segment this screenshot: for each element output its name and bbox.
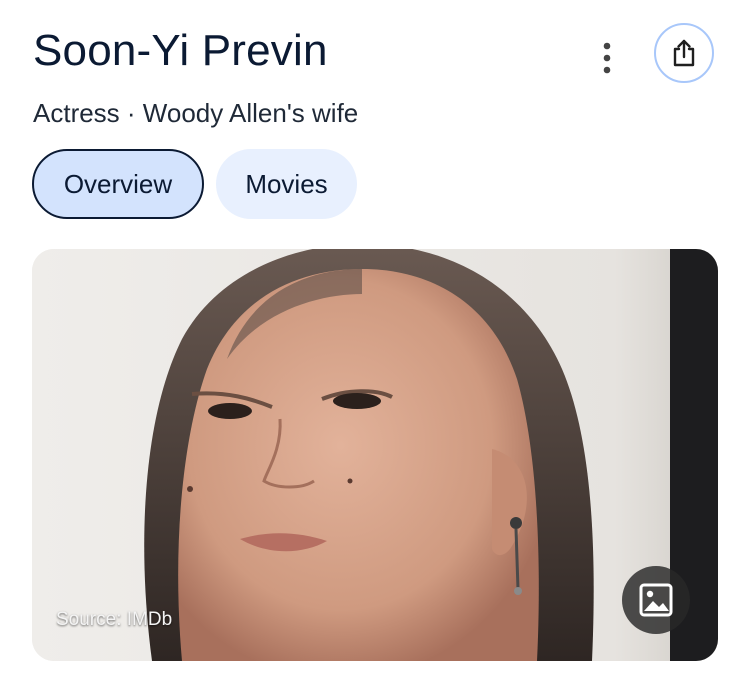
tab-bar: Overview Movies (32, 149, 357, 219)
tab-overview[interactable]: Overview (32, 149, 204, 219)
tab-movies[interactable]: Movies (216, 149, 357, 219)
image-icon (639, 583, 673, 617)
share-icon (673, 39, 695, 67)
tab-movies-label: Movies (245, 168, 328, 199)
view-images-button[interactable] (622, 566, 690, 634)
entity-subtitle: Actress · Woody Allen's wife (33, 98, 359, 128)
more-options-button[interactable] (592, 38, 622, 78)
profile-photo[interactable]: Source: IMDb (32, 249, 718, 661)
portrait-image (32, 249, 718, 661)
entity-title: Soon-Yi Previn (33, 26, 328, 75)
share-button[interactable] (654, 23, 714, 83)
tab-overview-label: Overview (63, 168, 173, 199)
more-vert-icon (603, 42, 611, 74)
image-source-label: Source: IMDb (56, 609, 173, 630)
